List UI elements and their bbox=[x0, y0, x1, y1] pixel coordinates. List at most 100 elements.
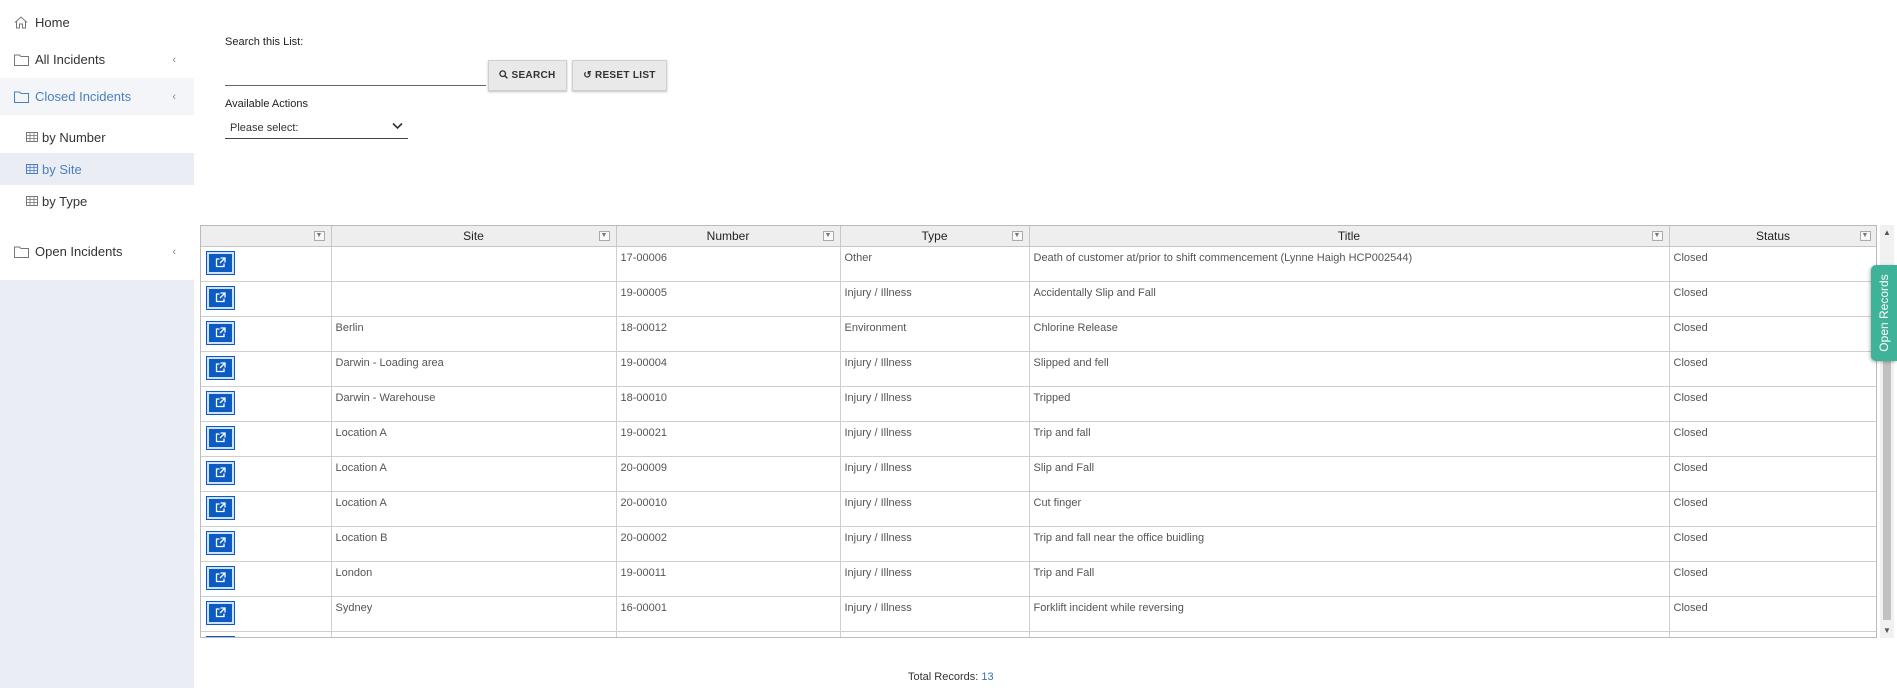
cell-number: 20-00002 bbox=[616, 526, 841, 562]
sidebar-item-label: Closed Incidents bbox=[35, 89, 132, 104]
external-link-icon bbox=[215, 397, 226, 408]
search-button[interactable]: SEARCH bbox=[488, 60, 567, 91]
cell-type: Other bbox=[840, 246, 1030, 282]
table-icon bbox=[26, 131, 39, 143]
search-button-label: SEARCH bbox=[511, 70, 556, 81]
sidebar-item-home[interactable]: Home bbox=[0, 4, 194, 41]
cell-title: Death of customer at/prior to shift comm… bbox=[1029, 246, 1670, 282]
cell-site: Darwin - Loading area bbox=[331, 351, 617, 387]
cell-type: Injury / Illness bbox=[840, 386, 1030, 422]
open-record-button[interactable] bbox=[206, 250, 235, 275]
scroll-up-icon[interactable]: ▲ bbox=[1883, 228, 1891, 237]
search-input[interactable] bbox=[225, 60, 486, 86]
sidebar-top: Home All Incidents ‹ bbox=[0, 0, 194, 78]
reset-list-button-label: RESET LIST bbox=[594, 70, 656, 81]
cell-status: Closed bbox=[1669, 456, 1876, 492]
open-records-tab-label: Open Records bbox=[1877, 274, 1891, 352]
filter-icon[interactable]: ▼ bbox=[1859, 231, 1871, 241]
column-header-site[interactable]: Site ▼ bbox=[331, 226, 617, 247]
open-cell bbox=[201, 456, 332, 492]
reset-list-button[interactable]: ↺ RESET LIST bbox=[572, 60, 667, 91]
filter-icon[interactable]: ▼ bbox=[313, 231, 325, 241]
open-cell bbox=[201, 351, 332, 387]
select-value: Please select: bbox=[230, 122, 299, 134]
cell-type: Injury / Illness bbox=[840, 456, 1030, 492]
cell-number: 20-00010 bbox=[616, 491, 841, 527]
open-record-button[interactable] bbox=[206, 495, 235, 520]
cell-status: Closed bbox=[1669, 491, 1876, 527]
open-record-button[interactable] bbox=[206, 355, 235, 380]
cell-site bbox=[331, 631, 617, 637]
available-actions-select[interactable]: Please select: bbox=[225, 118, 408, 139]
table-body: 17-00006 Other Death of customer at/prior … bbox=[201, 246, 1876, 637]
column-header-status[interactable]: Status ▼ bbox=[1669, 226, 1876, 247]
folder-icon bbox=[14, 90, 30, 104]
external-link-icon bbox=[215, 327, 226, 338]
sidebar-item-by-site[interactable]: by Site bbox=[0, 153, 194, 185]
scroll-down-icon[interactable]: ▼ bbox=[1883, 626, 1891, 635]
open-cell bbox=[201, 561, 332, 597]
cell-title: Trip and Fall bbox=[1029, 561, 1670, 597]
open-record-button[interactable] bbox=[206, 635, 235, 637]
cell-status: Closed bbox=[1669, 526, 1876, 562]
sidebar-spacer bbox=[0, 223, 194, 233]
column-header-title[interactable]: Title ▼ bbox=[1029, 226, 1670, 247]
open-record-button[interactable] bbox=[206, 600, 235, 625]
cell-number: 20-00009 bbox=[616, 456, 841, 492]
open-record-button[interactable] bbox=[206, 565, 235, 590]
open-record-button[interactable] bbox=[206, 390, 235, 415]
filter-icon[interactable]: ▼ bbox=[1011, 231, 1023, 241]
open-cell bbox=[201, 386, 332, 422]
sidebar-item-closed-incidents[interactable]: Closed Incidents ‹ bbox=[0, 78, 194, 115]
table-row: Location B 20-00002 Injury / Illness Trip a… bbox=[201, 526, 1876, 562]
sidebar-item-open-incidents[interactable]: Open Incidents ‹ bbox=[0, 233, 194, 270]
cell-status: Closed bbox=[1669, 246, 1876, 282]
filter-icon[interactable]: ▼ bbox=[822, 231, 834, 241]
cell-type: Injury / Illness bbox=[840, 281, 1030, 317]
open-record-button[interactable] bbox=[206, 425, 235, 450]
open-records-tab[interactable]: Open Records bbox=[1871, 265, 1897, 361]
filter-icon[interactable]: ▼ bbox=[1651, 231, 1663, 241]
cell-title: Trip and fall near the office buidling bbox=[1029, 526, 1670, 562]
external-link-icon bbox=[215, 257, 226, 268]
filter-icon[interactable]: ▼ bbox=[598, 231, 610, 241]
cell-number: 20-00012 bbox=[616, 631, 841, 637]
scrollbar-thumb[interactable] bbox=[1883, 350, 1891, 620]
table-row: 20-00012Injury / IllnessCut finger while… bbox=[201, 631, 1876, 637]
sidebar-item-by-number[interactable]: by Number bbox=[0, 121, 194, 153]
open-cell bbox=[201, 491, 332, 527]
sidebar-item-by-type[interactable]: by Type bbox=[0, 185, 194, 217]
table-row: Sydney 16-00001 Injury / Illness Forklift i… bbox=[201, 596, 1876, 632]
table-icon bbox=[26, 163, 39, 175]
cell-title: Trip and fall bbox=[1029, 421, 1670, 457]
cell-number: 19-00004 bbox=[616, 351, 841, 387]
sidebar-item-label: Open Incidents bbox=[35, 244, 123, 259]
cell-type: Environment bbox=[840, 316, 1030, 352]
cell-site: Sydney bbox=[331, 596, 617, 632]
open-record-button[interactable] bbox=[206, 530, 235, 555]
cell-status: Closed bbox=[1669, 631, 1876, 637]
cell-status: Closed bbox=[1669, 386, 1876, 422]
cell-number: 19-00005 bbox=[616, 281, 841, 317]
sidebar-item-all-incidents[interactable]: All Incidents ‹ bbox=[0, 41, 194, 78]
table-header-row: ▼ Site ▼ Number ▼ Type ▼ Title ▼ Status ▼ bbox=[201, 226, 1876, 247]
sidebar-item-label: by Type bbox=[42, 193, 88, 209]
cell-type: Injury / Illness bbox=[840, 561, 1030, 597]
incidents-grid: ▼ Site ▼ Number ▼ Type ▼ Title ▼ Status ▼ 17-… bbox=[200, 225, 1877, 638]
chevron-left-icon: ‹ bbox=[172, 91, 176, 103]
column-header-number[interactable]: Number ▼ bbox=[616, 226, 841, 247]
chevron-left-icon: ‹ bbox=[172, 246, 176, 258]
folder-icon bbox=[14, 53, 30, 67]
cell-title: Accidentally Slip and Fall bbox=[1029, 281, 1670, 317]
external-link-icon bbox=[215, 502, 226, 513]
total-records-count: 13 bbox=[981, 671, 994, 683]
open-record-button[interactable] bbox=[206, 460, 235, 485]
open-record-button[interactable] bbox=[206, 285, 235, 310]
open-record-button[interactable] bbox=[206, 320, 235, 345]
incidents-table: ▼ Site ▼ Number ▼ Type ▼ Title ▼ Status ▼ 17-… bbox=[201, 226, 1876, 637]
sidebar-item-label: by Site bbox=[42, 161, 82, 177]
table-row: London 19-00011 Injury / Illness Trip and F… bbox=[201, 561, 1876, 597]
total-records-label: Total Records: bbox=[908, 671, 979, 683]
sidebar: Home All Incidents ‹ Closed Incidents ‹ … bbox=[0, 0, 194, 688]
column-header-type[interactable]: Type ▼ bbox=[840, 226, 1030, 247]
